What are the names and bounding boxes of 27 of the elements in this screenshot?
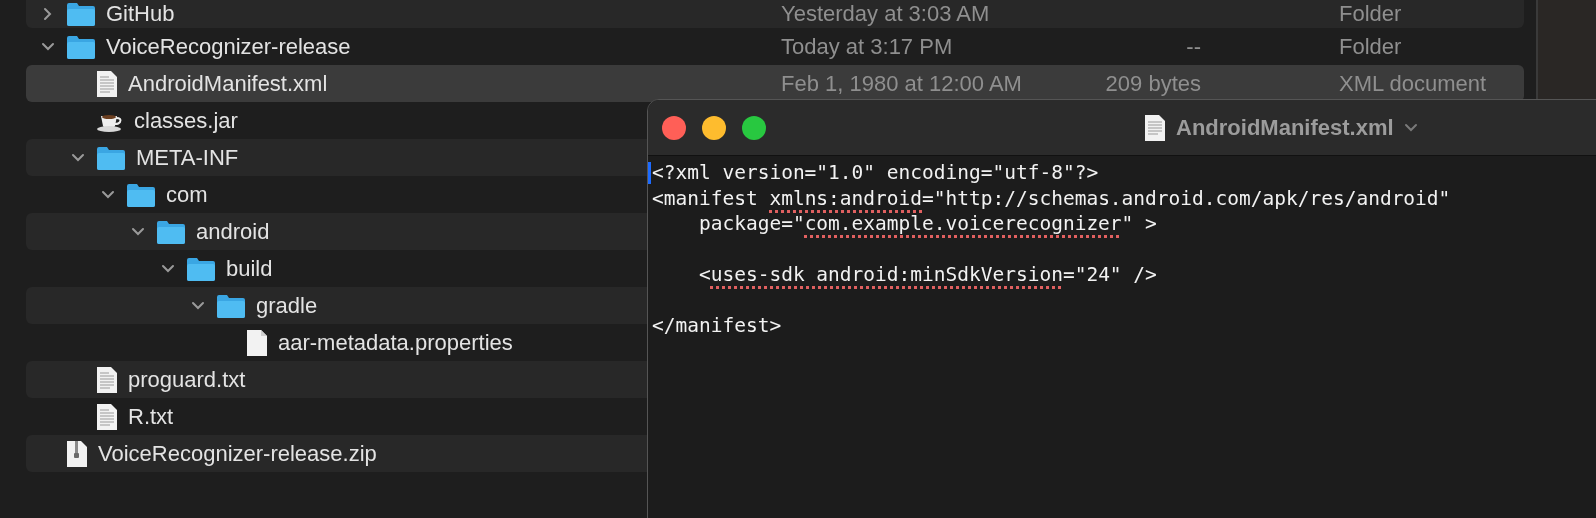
file-kind: Folder	[1339, 33, 1402, 60]
code-line: </manifest>	[652, 313, 782, 339]
code-line: <manifest xmlns:android="http://schemas.android.com/apk/res/android"	[652, 185, 1451, 211]
file-name: META-INF	[136, 144, 239, 171]
file-name: com	[166, 181, 208, 208]
code-line: package="com.example.voicerecognizer" >	[697, 211, 1157, 237]
file-name: classes.jar	[134, 107, 238, 134]
file-kind: Folder	[1339, 1, 1402, 27]
file-name: AndroidManifest.xml	[128, 70, 328, 97]
date-modified: Today at 3:17 PM	[781, 33, 953, 60]
file-name: proguard.txt	[128, 366, 246, 393]
file-name: VoiceRecognizer-release.zip	[98, 440, 377, 467]
code-line: <?xml version="1.0" encoding="utf-8"?>	[652, 160, 1099, 186]
file-size: 209 bytes	[1104, 70, 1201, 97]
date-modified: Feb 1, 1980 at 12:00 AM	[781, 70, 1022, 97]
date-modified: Yesterday at 3:03 AM	[781, 1, 990, 27]
window-title: AndroidManifest.xml	[1176, 114, 1394, 141]
file-name: android	[196, 218, 270, 245]
code-line: <uses-sdk android:minSdkVersion="24" />	[697, 262, 1157, 288]
file-kind: XML document	[1339, 70, 1487, 97]
file-name: build	[226, 255, 273, 282]
file-name: VoiceRecognizer-release	[106, 33, 351, 60]
file-name: gradle	[256, 292, 318, 319]
file-name: GitHub	[106, 1, 175, 27]
file-name: aar-metadata.properties	[278, 329, 513, 356]
file-name: R.txt	[128, 403, 174, 430]
file-size: --	[1185, 33, 1201, 60]
